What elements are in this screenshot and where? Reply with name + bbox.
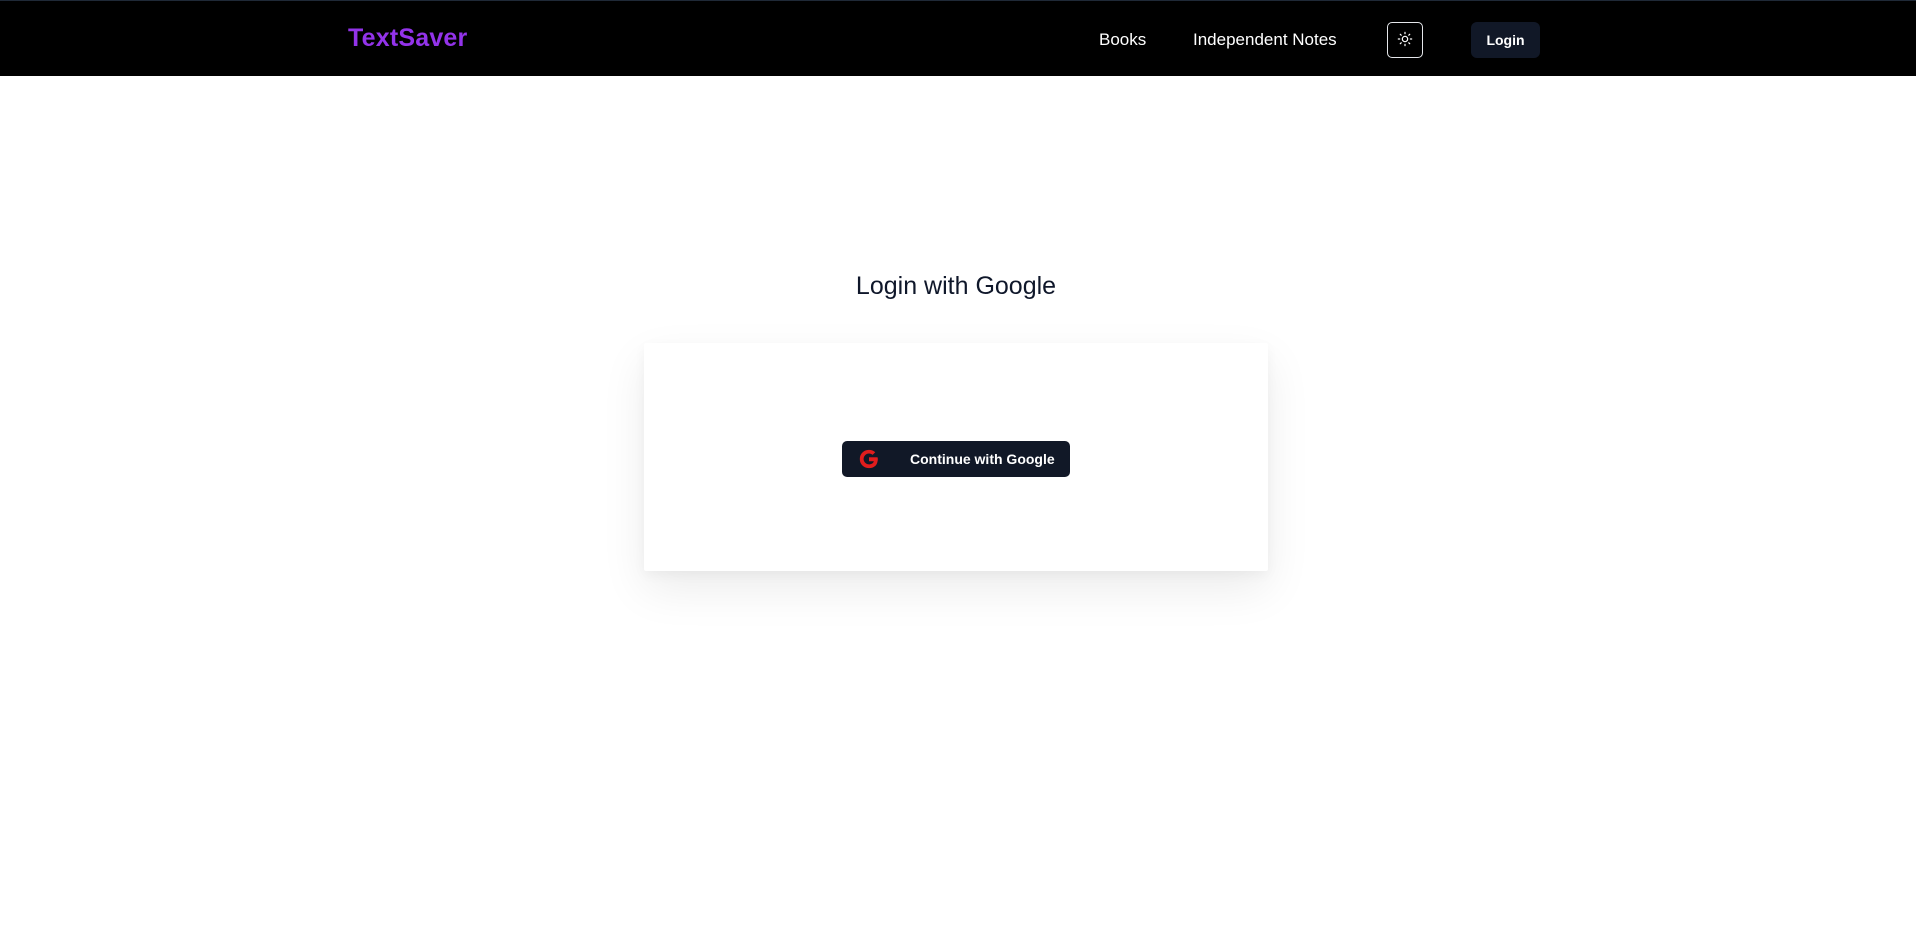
navbar: TextSaver Books Independent Notes Login (0, 0, 1916, 76)
sun-icon (1397, 31, 1413, 50)
continue-with-google-button[interactable]: Continue with Google (842, 441, 1070, 477)
nav-link-independent-notes[interactable]: Independent Notes (1193, 30, 1337, 50)
page-title: Login with Google (855, 272, 1057, 300)
google-icon (858, 448, 880, 470)
continue-with-google-label: Continue with Google (910, 451, 1055, 467)
login-button[interactable]: Login (1471, 22, 1540, 58)
nav-link-books[interactable]: Books (1099, 30, 1146, 50)
brand-logo[interactable]: TextSaver (348, 24, 467, 53)
theme-toggle-button[interactable] (1387, 22, 1423, 58)
